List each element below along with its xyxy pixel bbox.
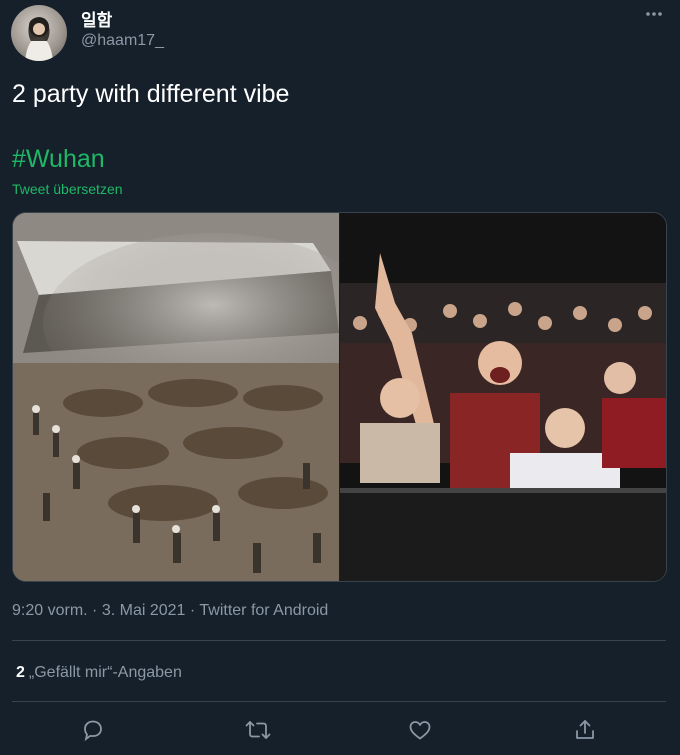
reply-icon[interactable]	[73, 712, 113, 748]
tweet-text: 2 party with different vibe	[12, 80, 290, 108]
share-icon[interactable]	[565, 712, 605, 748]
media-image-right[interactable]	[339, 213, 666, 581]
like-icon[interactable]	[400, 712, 440, 748]
tweet-source[interactable]: Twitter for Android	[199, 602, 328, 619]
divider	[12, 640, 666, 641]
tweet-time[interactable]: 9:20 vorm.	[12, 602, 88, 619]
display-name[interactable]: 일함	[81, 6, 112, 31]
user-handle[interactable]: @haam17_	[81, 32, 164, 50]
avatar[interactable]	[11, 5, 67, 61]
retweet-icon[interactable]	[238, 712, 278, 748]
media-image-left[interactable]	[13, 213, 339, 581]
likes-summary[interactable]: 2 „Gefällt mir“-Angaben	[16, 664, 182, 682]
likes-label: „Gefällt mir“-Angaben	[28, 664, 182, 681]
meta-separator: ·	[189, 602, 200, 619]
divider	[12, 701, 666, 702]
meta-separator: ·	[92, 602, 102, 619]
translate-link[interactable]: Tweet übersetzen	[12, 181, 123, 197]
hashtag-link[interactable]: #Wuhan	[12, 145, 105, 174]
tweet-date[interactable]: 3. Mai 2021	[102, 602, 186, 619]
tweet-media	[12, 212, 667, 582]
avatar-image	[25, 17, 53, 61]
more-icon[interactable]	[644, 4, 664, 30]
likes-count: 2	[16, 664, 25, 681]
tweet-actions	[0, 712, 680, 752]
tweet-meta: 9:20 vorm. · 3. Mai 2021 · Twitter for A…	[12, 602, 328, 620]
